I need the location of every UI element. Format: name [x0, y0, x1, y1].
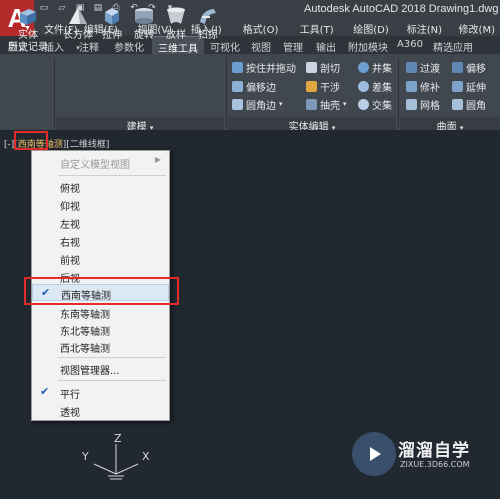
sweep-button[interactable]: 扫掠 — [192, 4, 224, 42]
menu-separator — [58, 380, 166, 381]
menu-tools[interactable]: 工具(T) — [300, 18, 338, 36]
menu-separator — [58, 357, 166, 358]
tab-view[interactable]: 视图 — [246, 36, 276, 54]
patch-button[interactable]: 修补 — [406, 79, 440, 94]
ucs-x-label: X — [142, 450, 150, 463]
highlight-box-view-label — [14, 131, 48, 150]
shell-icon — [306, 98, 317, 110]
menu-item-right[interactable]: 右视 — [32, 232, 169, 249]
blend-button[interactable]: 过渡 — [406, 60, 440, 75]
surface-fillet-button[interactable]: 圆角 — [452, 97, 486, 112]
sweep-icon — [200, 9, 216, 24]
intersect-button[interactable]: 交集 — [358, 97, 392, 112]
menu-item-nw-iso[interactable]: 西北等轴测 — [32, 338, 169, 355]
subtract-icon — [358, 80, 369, 92]
interfere-button[interactable]: 干涉 — [306, 79, 340, 94]
solid-history-button[interactable]: 实体 历史记录 — [8, 4, 48, 54]
solid-history-icon — [20, 9, 36, 25]
surface-panel-title[interactable]: 曲面 ▾ — [400, 117, 500, 133]
chevron-right-icon: ▶ — [154, 155, 161, 164]
extend-icon — [452, 80, 463, 92]
checkmark-icon: ✔ — [40, 385, 50, 398]
menu-item-custom-views[interactable]: 自定义模型视图 ▶ — [32, 154, 169, 171]
window-title: Autodesk AutoCAD 2018 Drawing1.dwg — [304, 3, 499, 15]
chevron-down-icon: ▾ — [343, 100, 347, 108]
menu-item-parallel[interactable]: ✔ 平行 — [32, 384, 169, 401]
tab-manage[interactable]: 管理 — [276, 36, 310, 54]
chevron-down-icon: ▾ — [76, 44, 80, 52]
modeling-panel-title[interactable]: 建模 ▾ — [56, 117, 224, 133]
highlight-box-selected-view — [24, 277, 179, 305]
tab-addins[interactable]: 附加模块 — [342, 36, 394, 54]
menu-modify[interactable]: 修改(M) — [459, 18, 500, 36]
intersect-icon — [358, 98, 369, 110]
extend-button[interactable]: 延伸 — [452, 79, 486, 94]
watermark-logo — [352, 432, 396, 476]
menu-item-left[interactable]: 左视 — [32, 214, 169, 231]
tab-a360[interactable]: A360 — [394, 36, 426, 54]
blend-icon — [406, 61, 417, 73]
box-button[interactable]: 长方体 ▾ — [62, 4, 94, 54]
presspull-button[interactable]: 按住并拖动 — [232, 60, 296, 75]
offset-edge-button[interactable]: 偏移边 — [232, 79, 276, 94]
union-icon — [358, 61, 369, 73]
ucs-y-label: Y — [81, 450, 89, 463]
shell-button[interactable]: 抽壳 ▾ — [306, 97, 347, 112]
menu-item-perspective[interactable]: 透视 — [32, 402, 169, 419]
ucs-icon: Z Y X — [81, 432, 150, 480]
loft-icon — [167, 7, 185, 24]
extrude-button[interactable]: 拉伸 — [96, 4, 128, 42]
ucs-z-label: Z — [114, 432, 122, 445]
surface-offset-icon — [452, 61, 463, 73]
box-icon — [69, 7, 87, 24]
tab-featured-apps[interactable]: 精选应用 — [426, 36, 480, 54]
chevron-down-icon: ▾ — [279, 100, 283, 108]
solid-edit-panel-title[interactable]: 实体编辑 ▾ — [228, 117, 396, 133]
fillet-edge-button[interactable]: 圆角边 ▾ — [232, 97, 283, 112]
extrude-icon — [105, 8, 119, 25]
revolve-icon — [135, 8, 153, 24]
play-icon — [370, 447, 381, 461]
offset-edge-icon — [232, 80, 243, 92]
menu-item-front[interactable]: 前视 — [32, 250, 169, 267]
menu-format[interactable]: 格式(O) — [243, 18, 284, 36]
network-button[interactable]: 网格 — [406, 97, 440, 112]
menu-item-view-manager[interactable]: 视图管理器... — [32, 360, 169, 377]
revolve-button[interactable]: 旋转 — [128, 4, 160, 42]
menu-separator — [58, 175, 166, 176]
subtract-button[interactable]: 差集 — [358, 79, 392, 94]
menu-item-top[interactable]: 俯视 — [32, 178, 169, 195]
surface-fillet-icon — [452, 98, 463, 110]
fillet-edge-icon — [232, 98, 243, 110]
watermark-url: ZIXUE.3D66.COM — [400, 460, 470, 469]
slice-icon — [306, 61, 317, 73]
menu-dimension[interactable]: 标注(N) — [407, 18, 445, 36]
interfere-icon — [306, 80, 317, 92]
surface-offset-button[interactable]: 偏移 — [452, 60, 486, 75]
patch-icon — [406, 80, 417, 92]
presspull-icon — [232, 61, 243, 73]
watermark: 溜溜自学 ZIXUE.3D66.COM — [352, 432, 470, 478]
tab-output[interactable]: 输出 — [310, 36, 342, 54]
union-button[interactable]: 并集 — [358, 60, 392, 75]
network-icon — [406, 98, 417, 110]
menu-draw[interactable]: 绘图(D) — [353, 18, 391, 36]
slice-button[interactable]: 剖切 — [306, 60, 340, 75]
menu-item-ne-iso[interactable]: 东北等轴测 — [32, 321, 169, 338]
menu-item-bottom[interactable]: 仰视 — [32, 196, 169, 213]
loft-button[interactable]: 放样 — [160, 4, 192, 42]
menu-item-se-iso[interactable]: 东南等轴测 — [32, 304, 169, 321]
watermark-name: 溜溜自学 — [398, 441, 470, 461]
